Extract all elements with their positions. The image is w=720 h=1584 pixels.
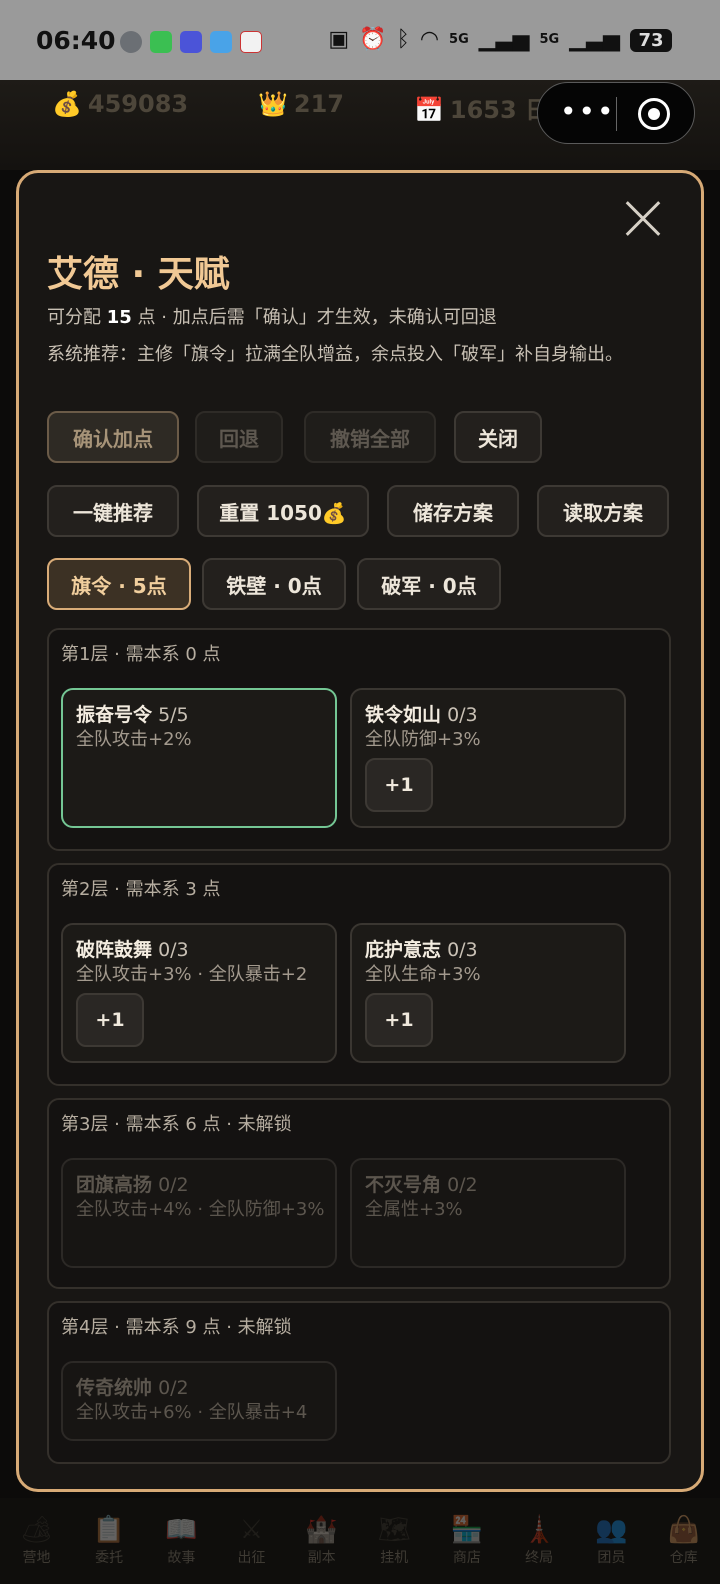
confirm-button[interactable]: 确认加点 bbox=[47, 411, 179, 463]
nav-endgame[interactable]: 🗼 终局 bbox=[523, 1515, 555, 1567]
castle-icon: 🏰 bbox=[305, 1515, 338, 1545]
status-bar: 06:40 ▣ ⏰ ᛒ ◠ 5G ▁▃▅ 5G ▁▃▅ 73 bbox=[0, 0, 720, 80]
talent-name: 不灭号角 0/2 bbox=[365, 1174, 478, 1196]
signal-icon: ▁▃▅ bbox=[569, 27, 620, 52]
members-icon: 👥 bbox=[595, 1515, 628, 1545]
more-icon[interactable]: ••• bbox=[560, 95, 616, 129]
add-point-button[interactable]: +1 bbox=[76, 993, 144, 1047]
nav-story[interactable]: 📖 故事 bbox=[165, 1515, 197, 1567]
status-time: 06:40 bbox=[36, 26, 116, 55]
points-info: 可分配 15 点 · 加点后需「确认」才生效，未确认可回退 bbox=[47, 307, 497, 328]
money-bag-icon: 💰 bbox=[52, 90, 82, 118]
talent-name: 团旗高扬 0/2 bbox=[76, 1174, 189, 1196]
save-plan-button[interactable]: 储存方案 bbox=[387, 485, 519, 537]
undo-button[interactable]: 回退 bbox=[195, 411, 283, 463]
layer-title: 第2层 · 需本系 3 点 bbox=[61, 879, 221, 900]
gold-counter: 💰 459083 bbox=[52, 90, 189, 118]
settings-app-icon bbox=[120, 31, 142, 53]
capsule-divider bbox=[616, 97, 617, 131]
notification-icons bbox=[120, 31, 262, 53]
signal-5g-2: 5G bbox=[539, 32, 560, 47]
wifi-icon: ◠ bbox=[419, 27, 440, 52]
crown-icon: 👑 bbox=[258, 90, 288, 118]
talent-desc: 全队攻击+3% · 全队暴击+2 bbox=[76, 964, 308, 985]
talent-card-break-formation: 破阵鼓舞 0/3 全队攻击+3% · 全队暴击+2 +1 bbox=[61, 923, 337, 1063]
talent-layer-2: 第2层 · 需本系 3 点 破阵鼓舞 0/3 全队攻击+3% · 全队暴击+2 … bbox=[47, 863, 671, 1086]
signal-5g-1: 5G bbox=[449, 32, 469, 47]
nav-members[interactable]: 👥 团员 bbox=[595, 1515, 627, 1567]
alarm-icon: ⏰ bbox=[359, 27, 387, 52]
talent-card-iron-order: 铁令如山 0/3 全队防御+3% +1 bbox=[350, 688, 626, 828]
messages-app-icon bbox=[150, 31, 172, 53]
tab-breaker[interactable]: 破军 · 0点 bbox=[357, 558, 501, 610]
add-point-button[interactable]: +1 bbox=[365, 993, 433, 1047]
layer-title: 第1层 · 需本系 0 点 bbox=[61, 644, 221, 665]
load-plan-button[interactable]: 读取方案 bbox=[537, 485, 669, 537]
book-icon: 📖 bbox=[165, 1515, 198, 1545]
talent-card-rousing-command[interactable]: 振奋号令 5/5 全队攻击+2% bbox=[61, 688, 337, 828]
talent-desc: 全属性+3% bbox=[365, 1199, 463, 1220]
sticker-app-icon bbox=[180, 31, 202, 53]
camp-icon: 🏕 bbox=[19, 1515, 53, 1545]
tab-banner[interactable]: 旗令 · 5点 bbox=[47, 558, 191, 610]
talent-name: 振奋号令 5/5 bbox=[76, 704, 189, 726]
calendar-icon: 📅 bbox=[414, 96, 444, 124]
clipboard-icon: 📋 bbox=[92, 1515, 126, 1545]
reset-button[interactable]: 重置 1050💰 bbox=[197, 485, 369, 537]
talent-name: 传奇统帅 0/2 bbox=[76, 1377, 189, 1399]
talent-desc: 全队攻击+2% bbox=[76, 729, 192, 750]
nfc-icon: ▣ bbox=[328, 27, 350, 52]
tab-iron-wall[interactable]: 铁壁 · 0点 bbox=[202, 558, 346, 610]
nav-shop[interactable]: 🏪 商店 bbox=[451, 1515, 483, 1567]
close-icon[interactable] bbox=[623, 199, 663, 239]
available-points: 15 bbox=[106, 307, 132, 328]
weather-app-icon bbox=[210, 31, 232, 53]
talent-name: 破阵鼓舞 0/3 bbox=[76, 939, 189, 961]
crown-counter: 👑 217 bbox=[258, 90, 344, 118]
talent-card-legendary-commander: 传奇统帅 0/2 全队攻击+6% · 全队暴击+4 bbox=[61, 1361, 337, 1441]
news-app-icon bbox=[240, 31, 262, 53]
nav-commission[interactable]: 📋 委托 bbox=[93, 1515, 125, 1567]
nav-warehouse[interactable]: 👜 仓库 bbox=[668, 1515, 700, 1567]
bag-icon: 👜 bbox=[667, 1515, 700, 1545]
nav-expedition[interactable]: ⚔ 出征 bbox=[237, 1515, 265, 1567]
talent-desc: 全队防御+3% bbox=[365, 729, 481, 750]
talent-layer-1: 第1层 · 需本系 0 点 振奋号令 5/5 全队攻击+2% 铁令如山 0/3 … bbox=[47, 628, 671, 851]
talent-desc: 全队攻击+6% · 全队暴击+4 bbox=[76, 1402, 308, 1423]
talent-modal: 艾德 · 天赋 可分配 15 点 · 加点后需「确认」才生效，未确认可回退 系统… bbox=[16, 170, 704, 1492]
shop-icon: 🏪 bbox=[450, 1515, 484, 1545]
talent-layer-3: 第3层 · 需本系 6 点 · 未解锁 团旗高扬 0/2 全队攻击+4% · 全… bbox=[47, 1098, 671, 1289]
revert-all-button[interactable]: 撤销全部 bbox=[304, 411, 436, 463]
day-counter: 📅 1653 日 bbox=[414, 96, 550, 124]
bluetooth-icon: ᛒ bbox=[396, 27, 410, 52]
nav-camp[interactable]: 🏕 营地 bbox=[20, 1515, 53, 1567]
talent-card-banner-high: 团旗高扬 0/2 全队攻击+4% · 全队防御+3% bbox=[61, 1158, 337, 1268]
tower-icon: 🗼 bbox=[522, 1515, 556, 1545]
talent-card-shelter-will: 庇护意志 0/3 全队生命+3% +1 bbox=[350, 923, 626, 1063]
battery-level: 73 bbox=[630, 28, 672, 52]
recommend-text: 系统推荐：主修「旗令」拉满全队增益，余点投入「破军」补自身输出。 bbox=[47, 344, 623, 365]
nav-dungeon[interactable]: 🏰 副本 bbox=[305, 1515, 337, 1567]
add-point-button[interactable]: +1 bbox=[365, 758, 433, 812]
bottom-nav: 🏕 营地 📋 委托 📖 故事 ⚔ 出征 🏰 副本 🗺 挂机 🏪 商店 🗼 终局 👥 团员 👜 仓库 bbox=[0, 1498, 720, 1584]
talent-desc: 全队攻击+4% · 全队防御+3% bbox=[76, 1199, 325, 1220]
talent-name: 庇护意志 0/3 bbox=[365, 939, 478, 961]
talent-desc: 全队生命+3% bbox=[365, 964, 481, 985]
modal-title: 艾德 · 天赋 bbox=[47, 254, 230, 295]
layer-title: 第4层 · 需本系 9 点 · 未解锁 bbox=[61, 1317, 292, 1338]
nav-idle[interactable]: 🗺 挂机 bbox=[378, 1515, 411, 1567]
close-button[interactable]: 关闭 bbox=[454, 411, 542, 463]
exit-icon[interactable] bbox=[638, 98, 670, 130]
map-icon: 🗺 bbox=[377, 1515, 411, 1545]
swords-icon: ⚔ bbox=[239, 1515, 264, 1545]
status-right: ▣ ⏰ ᛒ ◠ 5G ▁▃▅ 5G ▁▃▅ 73 bbox=[328, 27, 672, 53]
layer-title: 第3层 · 需本系 6 点 · 未解锁 bbox=[61, 1114, 292, 1135]
talent-name: 铁令如山 0/3 bbox=[365, 704, 478, 726]
one-click-recommend-button[interactable]: 一键推荐 bbox=[47, 485, 179, 537]
talent-card-undying-horn: 不灭号角 0/2 全属性+3% bbox=[350, 1158, 626, 1268]
talent-layer-4: 第4层 · 需本系 9 点 · 未解锁 传奇统帅 0/2 全队攻击+6% · 全… bbox=[47, 1301, 671, 1464]
signal-icon: ▁▃▅ bbox=[478, 27, 530, 52]
miniprogram-capsule: ••• bbox=[537, 82, 695, 144]
